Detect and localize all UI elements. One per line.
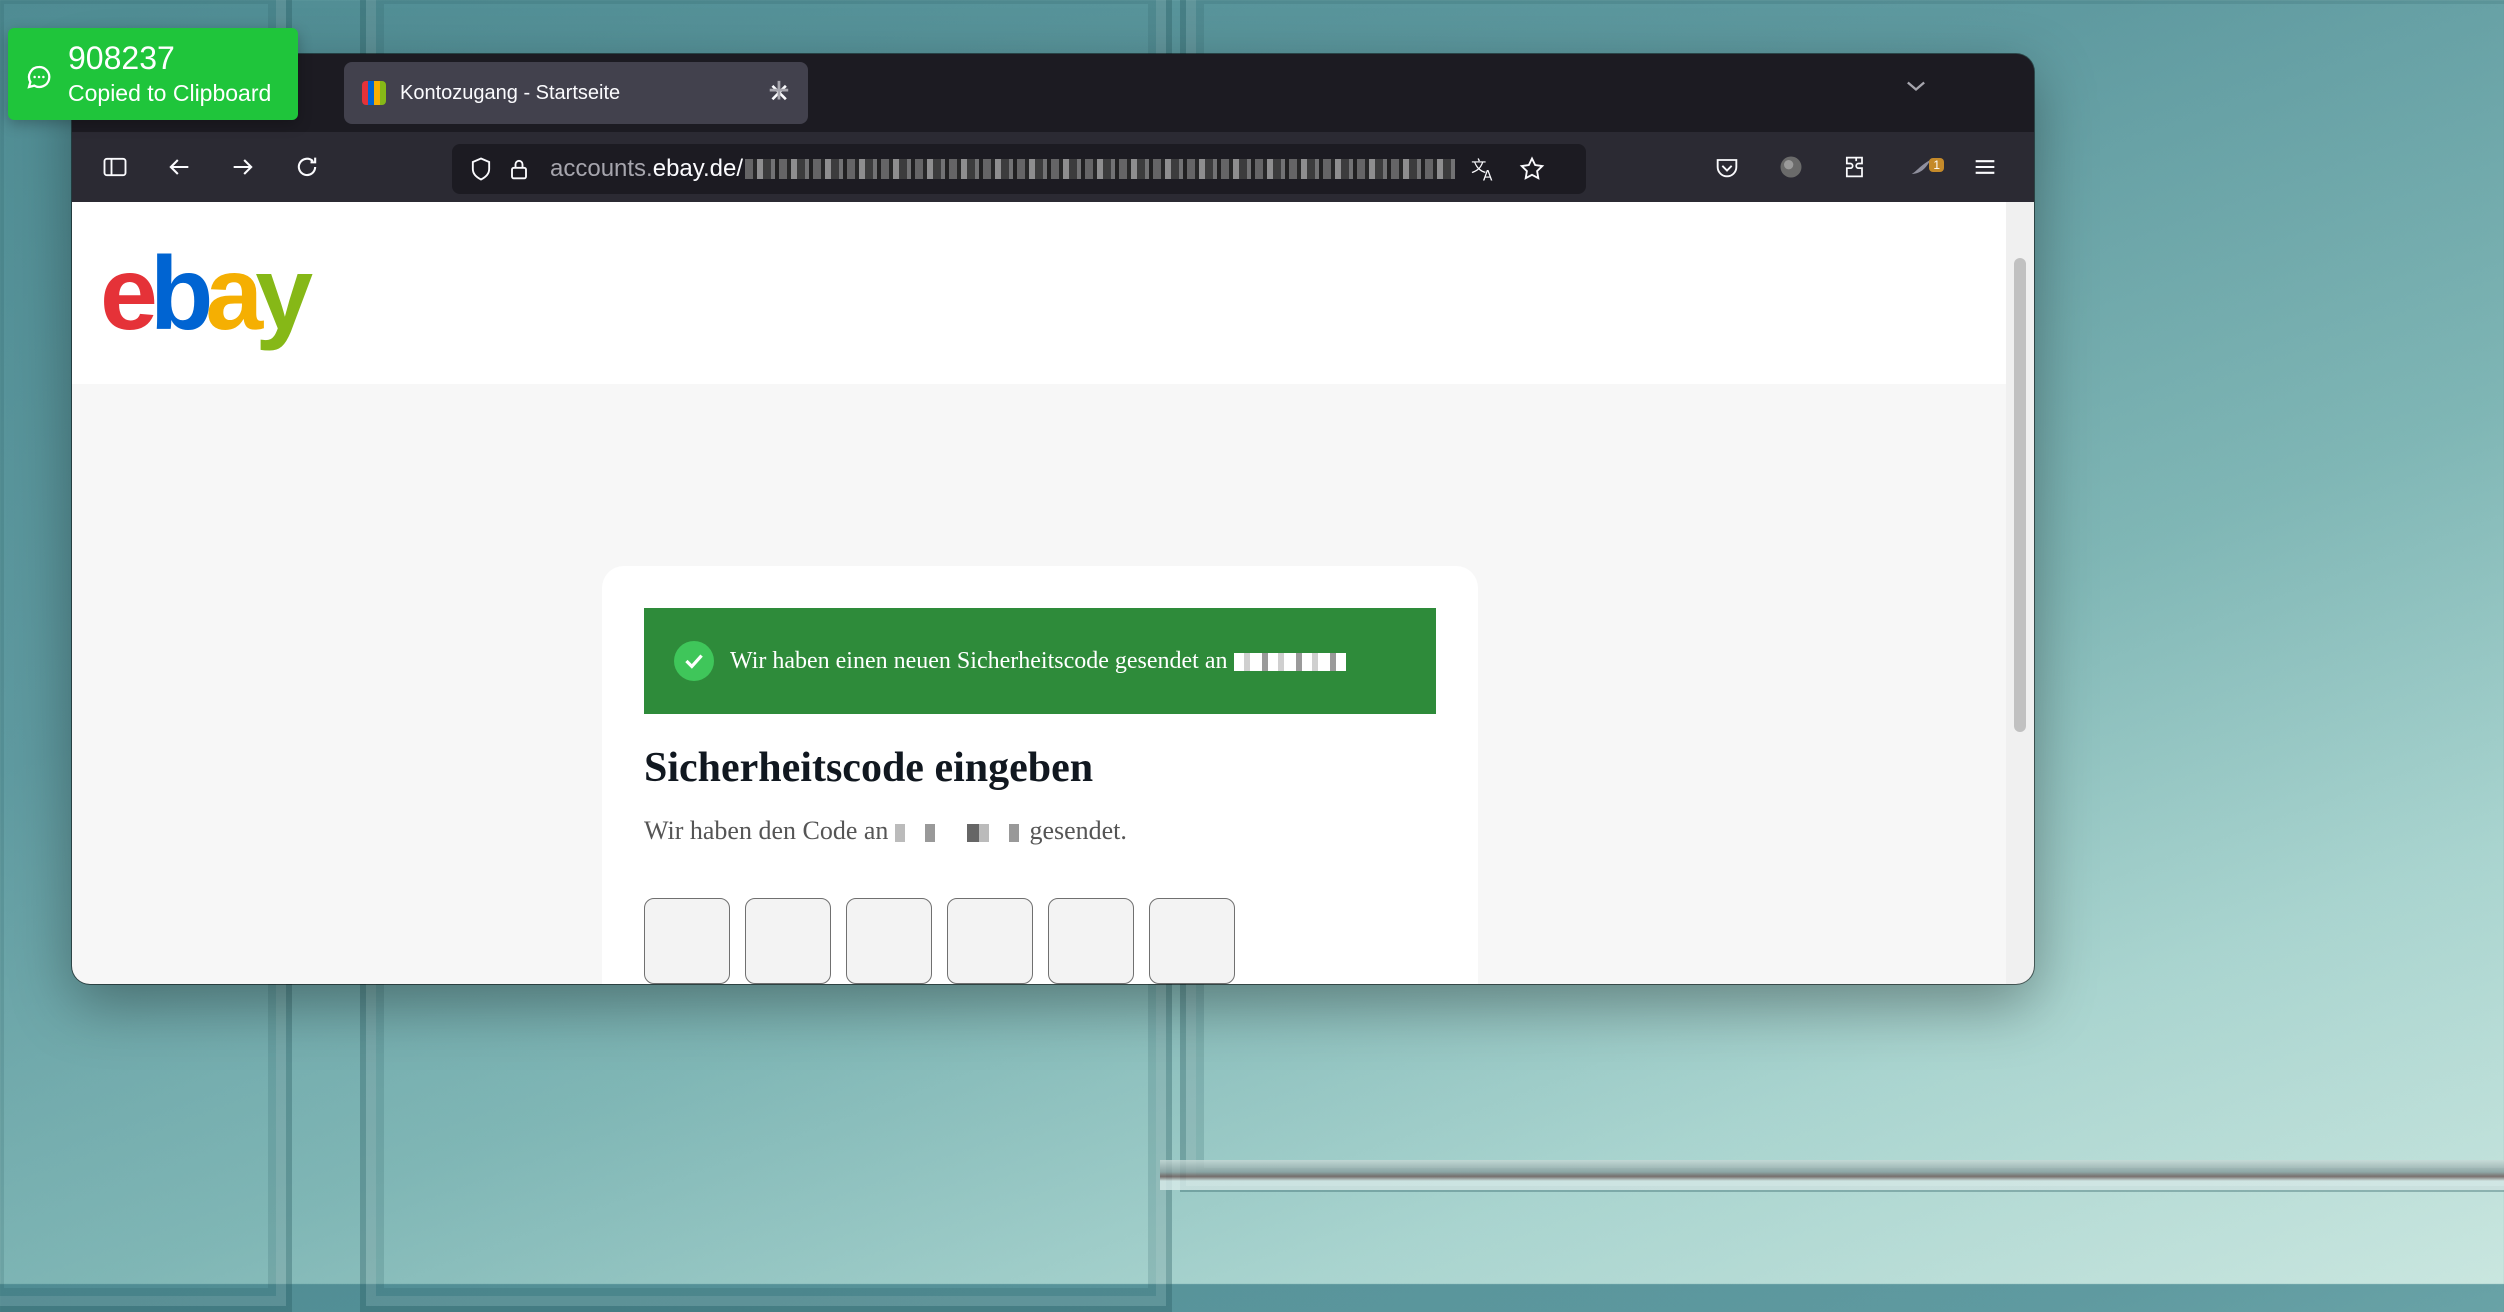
clipboard-toast[interactable]: 908237 Copied to Clipboard (8, 28, 298, 120)
pocket-icon[interactable] (1708, 148, 1746, 186)
tab-active[interactable]: Kontozugang - Startseite ✕ (344, 62, 808, 124)
code-sent-text: Wir haben den Code an gesendet. (644, 816, 1127, 846)
account-avatar-icon[interactable] (1772, 148, 1810, 186)
page-scrollbar[interactable] (2006, 202, 2034, 984)
svg-text:A: A (1483, 169, 1493, 183)
page-title: Sicherheitscode eingeben (644, 745, 1094, 791)
url-path-redacted (745, 159, 1456, 179)
bookmark-star-icon[interactable] (1513, 150, 1551, 188)
url-domain: ebay.de/ (652, 155, 744, 182)
url-prefix: accounts. (550, 155, 653, 182)
otp-digit-6[interactable] (1149, 898, 1235, 984)
code-sent-text-before: Wir haben den Code an (644, 816, 889, 845)
site-header: ebay (72, 202, 2006, 384)
alert-message-text: Wir haben einen neuen Sicherheitscode ge… (730, 647, 1228, 674)
lock-icon[interactable] (500, 150, 538, 188)
page-viewport: ebay Wir haben einen neuen Sicherheitsco… (72, 202, 2006, 984)
otp-digit-3[interactable] (846, 898, 932, 984)
alert-message: Wir haben einen neuen Sicherheitscode ge… (730, 648, 1346, 675)
translate-icon[interactable]: 文A (1465, 150, 1503, 188)
menu-icon[interactable] (1966, 148, 2004, 186)
code-sent-text-after: gesendet. (1029, 816, 1127, 845)
extension-app-icon[interactable]: 1 (1902, 148, 1944, 186)
logo-letter-y: y (255, 236, 313, 352)
navigation-toolbar: accounts.ebay.de/ 文A 1 (72, 132, 2034, 202)
chevron-down-icon[interactable] (1902, 72, 1942, 112)
forward-arrow-icon[interactable] (224, 148, 262, 186)
otp-digit-1[interactable] (644, 898, 730, 984)
redacted-recipient (1233, 652, 1346, 671)
new-tab-icon[interactable]: + (754, 66, 804, 116)
verification-card: Wir haben einen neuen Sicherheitscode ge… (602, 566, 1478, 984)
wall-rail (1160, 1160, 2504, 1190)
logo-letter-b: b (149, 236, 213, 352)
sidebar-icon[interactable] (96, 148, 134, 186)
extensions-icon[interactable] (1836, 148, 1874, 186)
browser-window: Kontozugang - Startseite ✕ + accounts.eb… (72, 54, 2034, 984)
otp-digit-5[interactable] (1048, 898, 1134, 984)
logo-letter-a: a (205, 236, 263, 352)
favicon-icon (362, 81, 386, 105)
tab-bar: Kontozugang - Startseite ✕ + (72, 54, 2034, 132)
back-arrow-icon[interactable] (160, 148, 198, 186)
tab-title: Kontozugang - Startseite (400, 81, 621, 104)
success-alert: Wir haben einen neuen Sicherheitscode ge… (644, 608, 1436, 714)
chat-bubble-icon (24, 62, 54, 92)
url-text: accounts.ebay.de/ (550, 155, 743, 183)
shield-icon[interactable] (462, 150, 500, 188)
redacted-contact (894, 824, 1023, 843)
extension-badge: 1 (1929, 158, 1944, 172)
otp-digit-2[interactable] (745, 898, 831, 984)
ebay-logo[interactable]: ebay (100, 242, 313, 346)
logo-letter-e: e (100, 236, 158, 352)
toast-code: 908237 (68, 40, 175, 76)
otp-digit-4[interactable] (947, 898, 1033, 984)
checkmark-icon (674, 641, 714, 681)
reload-icon[interactable] (288, 148, 326, 186)
otp-input-group (644, 898, 1235, 984)
scrollbar-thumb[interactable] (2014, 258, 2026, 732)
address-bar[interactable]: accounts.ebay.de/ 文A (452, 144, 1586, 194)
toast-message: Copied to Clipboard (68, 80, 272, 106)
